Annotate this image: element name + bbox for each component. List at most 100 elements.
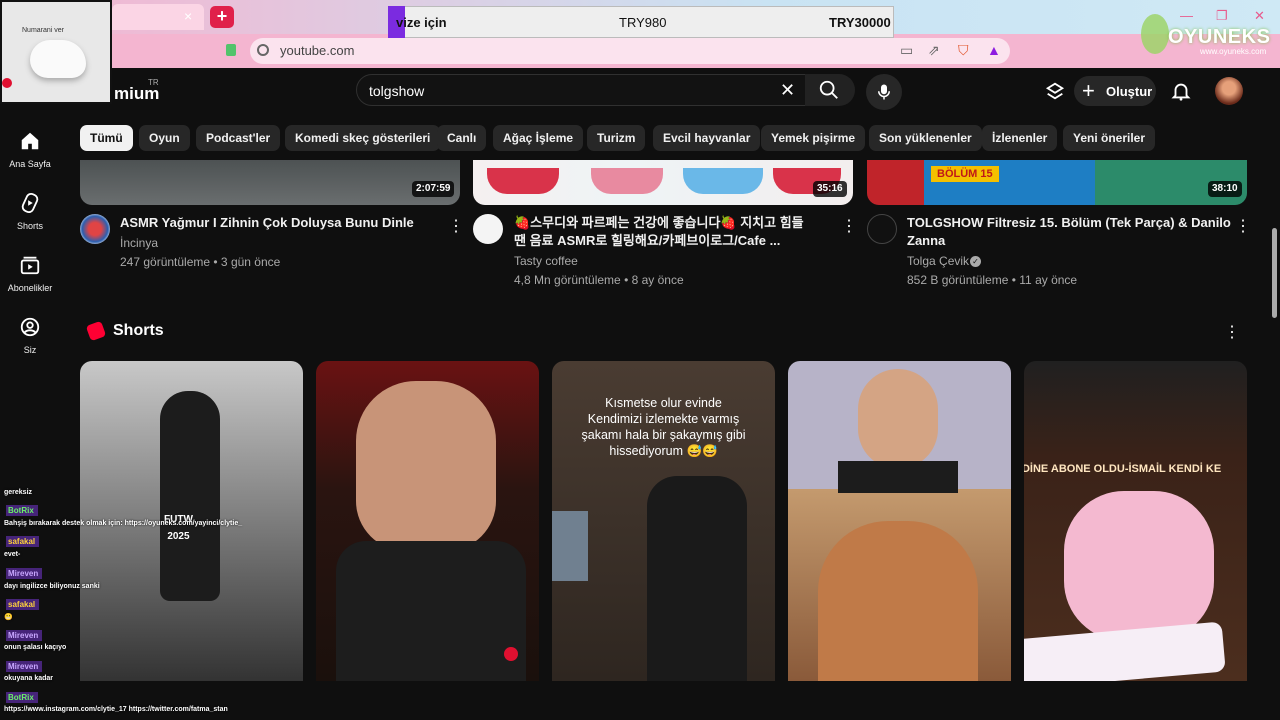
channel-name[interactable]: Tolga Çevik [907, 254, 969, 268]
chip-pets[interactable]: Evcil hayvanlar [653, 125, 761, 151]
channel-avatar[interactable] [80, 214, 110, 244]
shorts-section-title: Shorts [113, 322, 164, 339]
more-options-icon[interactable]: ⋮ [841, 216, 857, 236]
address-bar[interactable] [250, 38, 1010, 64]
webcam-record-dot [2, 78, 12, 88]
chip-watched[interactable]: İzlenenler [982, 125, 1058, 151]
stream-chat-overlay: gereksiz BotRix Bahşiş bırakarak destek … [0, 484, 304, 720]
cast-icon[interactable]: ▭ [900, 42, 913, 59]
channel-avatar[interactable] [473, 214, 503, 244]
chip-cooking[interactable]: Yemek pişirme [761, 125, 866, 151]
chip-woodworking[interactable]: Ağaç İşleme [493, 125, 584, 151]
maximize-icon[interactable]: ❐ [1216, 8, 1228, 24]
verified-badge-icon: ✓ [970, 256, 981, 267]
extension-icon[interactable] [226, 44, 236, 56]
account-avatar[interactable] [1215, 77, 1243, 105]
brave-shield-icon[interactable]: ⛉ [958, 42, 969, 59]
video-duration: 35:16 [813, 181, 847, 197]
video-thumbnail[interactable] [80, 160, 460, 205]
video-duration: 38:10 [1208, 181, 1242, 197]
price-overlay-mid: TRY980 [619, 15, 667, 30]
chat-message: okuyana kadar [4, 675, 54, 682]
short-overlay-text: NDİNE ABONE OLDU-İSMAİL KENDİ KE [1024, 463, 1222, 475]
youtube-logo[interactable]: mium [114, 84, 159, 104]
video-title[interactable]: TOLGSHOW Filtresiz 15. Bölüm (Tek Parça)… [907, 214, 1231, 232]
chat-message: 😬 [4, 614, 13, 621]
share-icon[interactable]: ⇗ [928, 42, 940, 59]
short-item[interactable] [788, 361, 1011, 681]
video-title-line2[interactable]: 땐 음료 ASMR로 힐링해요/카페브이로그/Cafe ... [514, 232, 780, 250]
video-meta: 247 görüntüleme • 3 gün önce [120, 255, 281, 269]
chip-comedy[interactable]: Komedi skeç gösterileri [285, 125, 441, 151]
short-face [356, 381, 496, 551]
more-options-icon[interactable]: ⋮ [1235, 216, 1251, 236]
shorts-icon [21, 192, 39, 214]
short-item[interactable]: NDİNE ABONE OLDU-İSMAİL KENDİ KE [1024, 361, 1247, 681]
short-item[interactable]: Kısmetse olur evinde Kendimizi izlemekte… [552, 361, 775, 681]
chip-live[interactable]: Canlı [437, 125, 487, 151]
video-title-line2[interactable]: Zanna [907, 232, 945, 250]
chat-username: BotRix [6, 692, 38, 703]
search-icon [819, 80, 838, 99]
sidebar-item-subscriptions[interactable]: Abonelikler [0, 254, 60, 293]
sidebar-label: Siz [23, 345, 37, 355]
chat-message: gereksiz [4, 489, 33, 496]
chip-tourism[interactable]: Turizm [587, 125, 646, 151]
video-title[interactable]: 🍓스무디와 파르페는 건강에 좋습니다🍓 지치고 힘들 [514, 214, 804, 232]
short-overlay-text: Kısmetse olur evinde Kendimizi izlemekte… [581, 396, 746, 458]
video-thumbnail[interactable]: BÖLÜM 15 [867, 160, 1247, 205]
logo-country-code: TR [148, 78, 159, 87]
page-scrollbar[interactable] [1270, 68, 1280, 680]
video-meta: 4,8 Mn görüntüleme • 8 ay önce [514, 273, 684, 287]
site-info-icon[interactable] [257, 44, 269, 56]
close-window-icon[interactable]: ✕ [1254, 8, 1265, 24]
search-button[interactable] [805, 74, 855, 106]
sidebar-item-you[interactable]: Siz [0, 316, 60, 355]
rewards-icon[interactable]: ▲ [987, 42, 1001, 58]
voice-search-button[interactable] [866, 74, 902, 110]
chip-new-to-you[interactable]: Yeni öneriler [1063, 125, 1156, 151]
more-options-icon[interactable]: ⋮ [448, 216, 464, 236]
close-tab-icon[interactable]: × [184, 8, 192, 24]
url-text[interactable]: youtube.com [280, 43, 354, 58]
short-item[interactable] [316, 361, 539, 681]
scrollbar-thumb[interactable] [1272, 228, 1277, 318]
notifications-bell-icon[interactable] [1170, 80, 1192, 102]
chip-gaming[interactable]: Oyun [139, 125, 190, 151]
video-title[interactable]: ASMR Yağmur I Zihnin Çok Doluysa Bunu Di… [120, 214, 414, 232]
create-button-label[interactable]: Oluştur [1106, 84, 1152, 99]
chip-all[interactable]: Tümü [80, 125, 133, 151]
short-shirt [336, 541, 526, 681]
thumbnail-badge: BÖLÜM 15 [931, 166, 999, 182]
shorts-more-icon[interactable]: ⋮ [1224, 322, 1240, 342]
short-hair [818, 521, 978, 681]
you-icon [20, 317, 40, 337]
chat-message: Bahşiş bırakarak destek olmak için: http… [4, 520, 243, 527]
chip-recently-uploaded[interactable]: Son yüklenenler [869, 125, 982, 151]
channel-name[interactable]: İncinya [120, 236, 158, 250]
subscriptions-icon [20, 256, 40, 275]
channel-name[interactable]: Tasty coffee [514, 254, 578, 268]
minimize-icon[interactable]: — [1180, 8, 1193, 23]
chat-message: onun şalası kaçıyo [4, 644, 67, 651]
chat-username: Mireven [6, 661, 43, 672]
new-tab-button[interactable]: + [210, 6, 234, 28]
chat-username: safakal [6, 536, 40, 547]
short-shirt [838, 461, 958, 493]
chat-message: dayı ingilizce biliyonuz sanki [4, 583, 100, 590]
sidebar-item-shorts[interactable]: Shorts [0, 192, 60, 231]
video-thumbnail[interactable] [473, 160, 853, 205]
brand-mascot-icon [1141, 14, 1169, 54]
clear-search-icon[interactable]: ✕ [780, 80, 795, 101]
shorts-logo-icon [85, 320, 107, 342]
extensions-icon[interactable] [1044, 80, 1066, 102]
chat-message: evet- [4, 551, 21, 558]
search-input[interactable]: tolgshow [369, 83, 424, 99]
thumbnail-drink-red [487, 168, 559, 194]
sidebar-item-home[interactable]: Ana Sayfa [0, 130, 60, 169]
chip-podcasts[interactable]: Podcast'ler [196, 125, 281, 151]
microphone-icon [878, 84, 890, 100]
short-mascot [1064, 491, 1214, 641]
channel-avatar[interactable] [867, 214, 897, 244]
thumbnail-drink-blue [683, 168, 763, 194]
